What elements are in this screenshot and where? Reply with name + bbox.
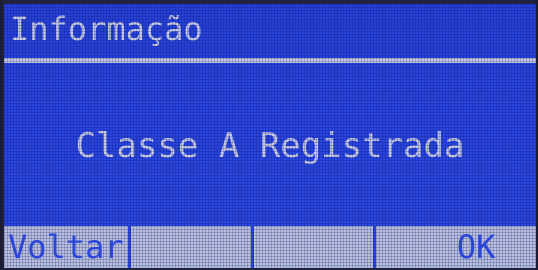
- softkey-2[interactable]: [130, 226, 251, 268]
- lcd-screen: Informação Classe A Registrada Voltar OK: [4, 4, 536, 268]
- back-softkey[interactable]: Voltar: [4, 226, 128, 268]
- softkey-3[interactable]: [253, 226, 374, 268]
- softkey-bar: Voltar OK: [4, 226, 536, 268]
- back-softkey-label: Voltar: [8, 228, 124, 266]
- title-divider: [4, 58, 536, 63]
- dialog-title: Informação: [10, 10, 203, 48]
- dialog-message: Classe A Registrada: [75, 126, 465, 166]
- ok-softkey[interactable]: OK: [376, 226, 536, 268]
- ok-softkey-label: OK: [456, 228, 496, 266]
